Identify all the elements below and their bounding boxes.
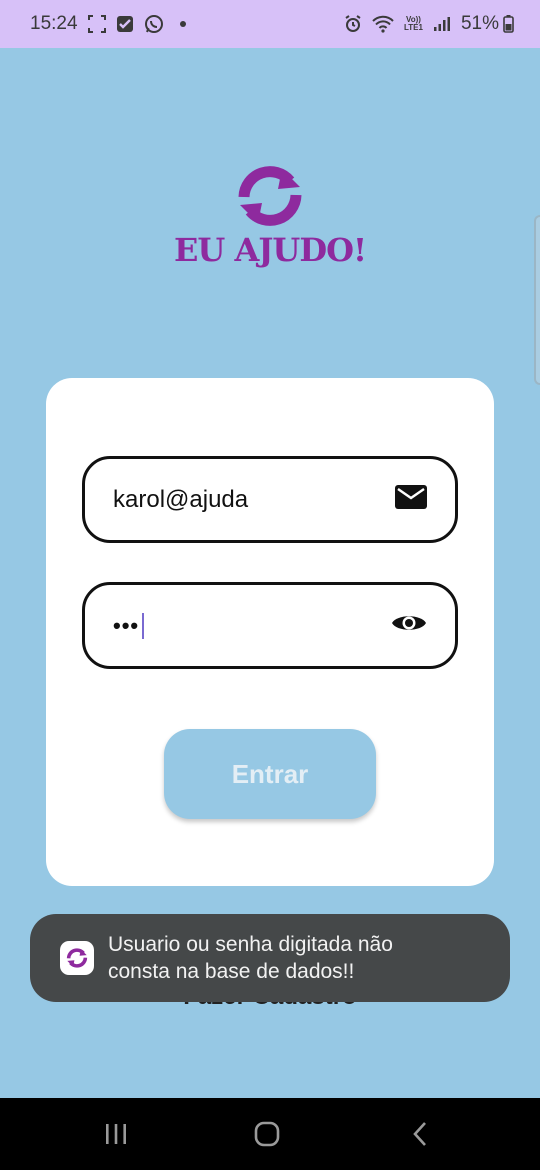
email-field[interactable]: karol@ajuda — [82, 456, 458, 543]
app-logo: EU AJUDO! — [0, 165, 540, 269]
edge-panel-handle[interactable] — [534, 215, 540, 385]
app-icon — [60, 941, 94, 975]
error-toast: Usuario ou senha digitada não consta na … — [30, 914, 510, 1002]
dot-icon — [179, 21, 186, 27]
toast-line-1: Usuario ou senha digitada não — [108, 933, 393, 956]
app-logo-text: EU AJUDO! — [174, 231, 367, 269]
password-input[interactable]: ••• — [113, 612, 145, 639]
text-caret — [142, 612, 145, 639]
status-bar-right: Vo)) LTE1 51% — [344, 13, 514, 35]
login-button[interactable]: Entrar — [164, 729, 376, 819]
whatsapp-icon — [144, 14, 164, 34]
password-masked-value: ••• — [113, 612, 140, 638]
eye-icon[interactable] — [391, 611, 427, 640]
screenshot-icon — [87, 15, 106, 33]
volte-icon: Vo)) LTE1 — [404, 15, 423, 32]
battery-status: 51% — [461, 13, 514, 35]
email-input-value[interactable]: karol@ajuda — [113, 486, 248, 514]
status-bar: 15:24 Vo)) LTE1 51% — [0, 0, 540, 48]
back-icon[interactable] — [400, 1120, 440, 1148]
password-field[interactable]: ••• — [82, 582, 458, 669]
battery-icon — [503, 15, 514, 33]
sync-arrows-icon — [238, 166, 302, 226]
signal-icon — [433, 16, 451, 32]
wifi-icon — [372, 15, 394, 33]
home-icon[interactable] — [247, 1120, 287, 1148]
battery-percent: 51% — [460, 13, 499, 34]
status-time: 15:24 — [30, 13, 78, 34]
checkbox-icon — [116, 15, 134, 33]
alarm-icon — [344, 15, 362, 33]
login-card: karol@ajuda ••• Entrar — [46, 378, 494, 886]
mail-icon — [395, 485, 427, 514]
recents-icon[interactable] — [96, 1120, 136, 1148]
navigation-bar — [0, 1098, 540, 1170]
toast-message: Usuario ou senha digitada não consta na … — [108, 931, 393, 985]
toast-line-2: consta na base de dados!! — [108, 960, 355, 983]
status-bar-left: 15:24 — [30, 13, 186, 35]
